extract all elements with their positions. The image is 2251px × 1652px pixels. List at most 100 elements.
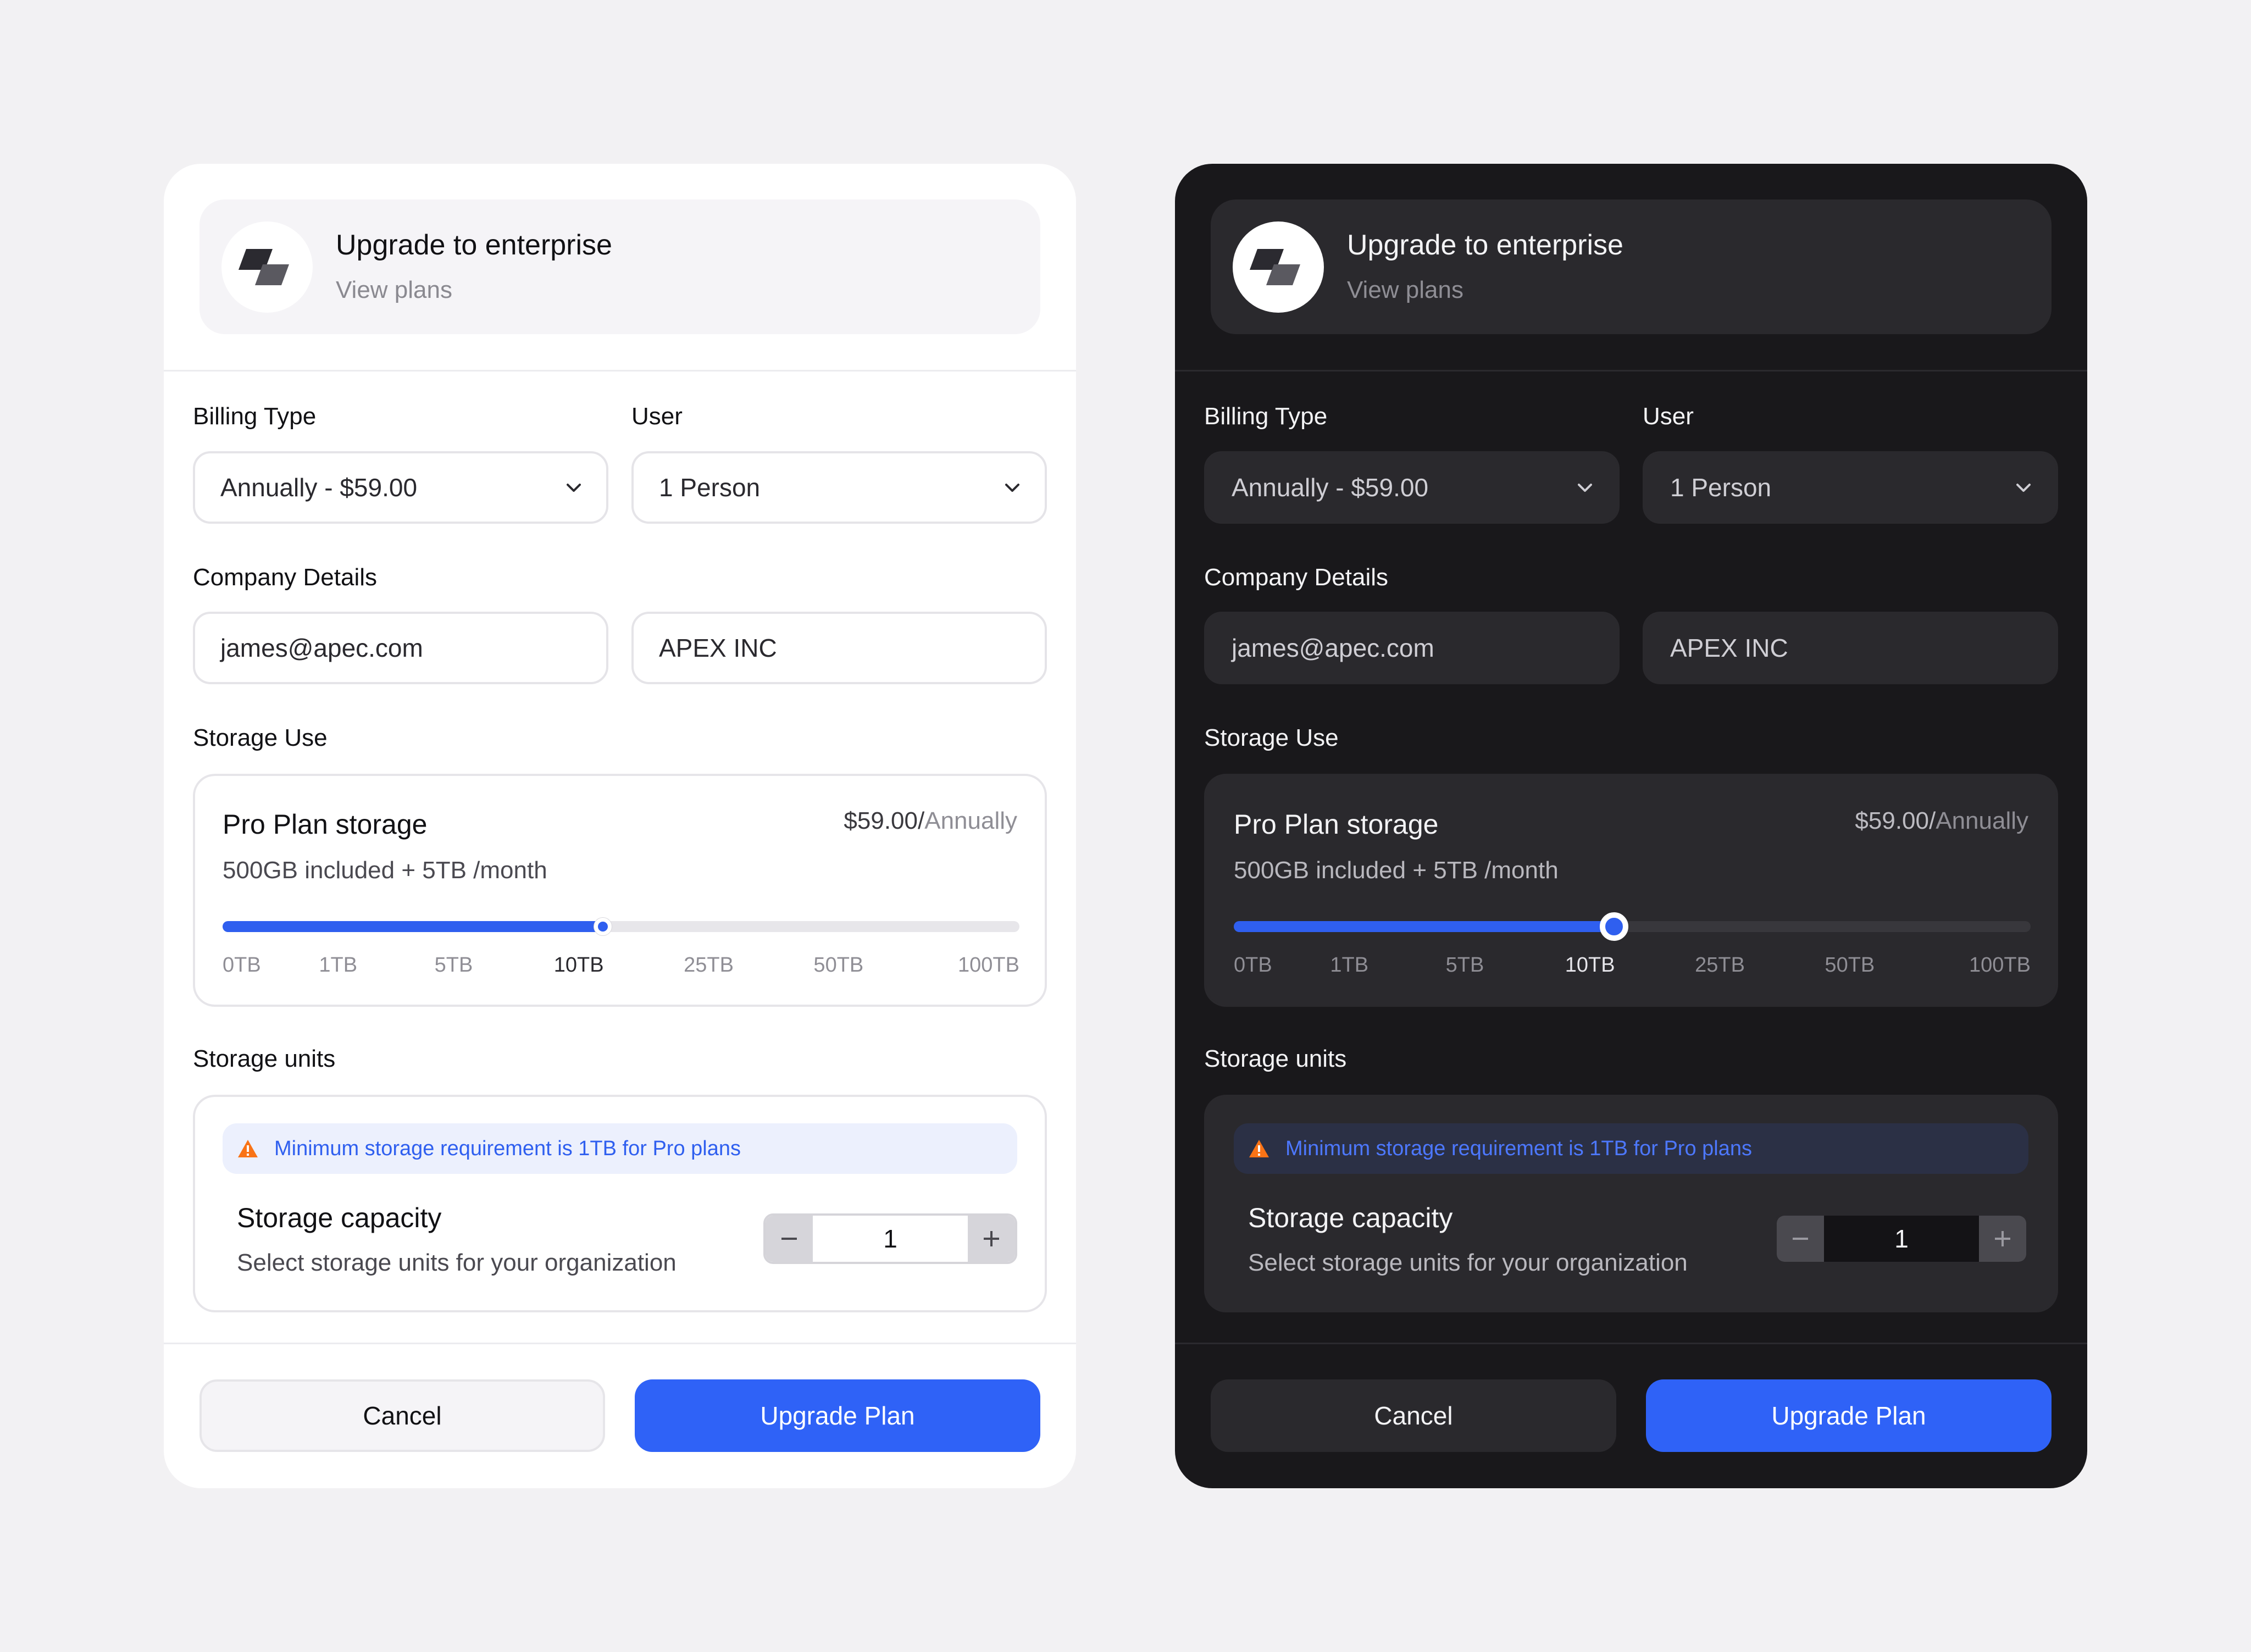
- company-name-field[interactable]: APEX INC: [1643, 612, 2058, 684]
- increment-button[interactable]: [968, 1216, 1015, 1262]
- storage-units-box: Minimum storage requirement is 1TB for P…: [1204, 1095, 2058, 1312]
- storage-use-label: Storage Use: [193, 724, 328, 751]
- slider-tick-label[interactable]: 25TB: [1695, 952, 1745, 978]
- plan-description: 500GB included + 5TB /month: [223, 857, 547, 884]
- slider-tick-label[interactable]: 1TB: [1330, 952, 1368, 978]
- cancel-button[interactable]: Cancel: [1211, 1379, 1616, 1452]
- storage-units-box: Minimum storage requirement is 1TB for P…: [193, 1095, 1047, 1312]
- plan-price: $59.00/Annually: [1855, 805, 2028, 838]
- upgrade-dialog-dark: Upgrade to enterprise View plans Billing…: [1175, 164, 2087, 1488]
- user-select[interactable]: 1 Person: [1643, 451, 2058, 524]
- email-value: james@apec.com: [220, 634, 423, 662]
- slider-tick-label[interactable]: 100TB: [1969, 952, 2031, 978]
- slider-tick-label[interactable]: 5TB: [435, 952, 473, 978]
- slider-tick-label[interactable]: 50TB: [813, 952, 863, 978]
- billing-type-label: Billing Type: [1204, 403, 1328, 430]
- logo: [1233, 221, 1324, 313]
- notice-text: Minimum storage requirement is 1TB for P…: [1285, 1137, 1752, 1160]
- plan-description: 500GB included + 5TB /month: [1234, 857, 1559, 884]
- slider-tick-label[interactable]: 100TB: [958, 952, 1019, 978]
- company-details-label: Company Details: [1204, 564, 1389, 591]
- chevron-down-icon: [567, 484, 581, 492]
- storage-units-label: Storage units: [193, 1045, 336, 1072]
- user-value: 1 Person: [659, 473, 761, 502]
- minus-icon: [1793, 1238, 1808, 1240]
- chevron-down-icon: [2016, 484, 2031, 492]
- minus-icon: [781, 1238, 797, 1240]
- decrement-button[interactable]: [766, 1216, 813, 1262]
- storage-use-box: Pro Plan storage $59.00/Annually 500GB i…: [193, 774, 1047, 1007]
- quantity-value[interactable]: 1: [1824, 1216, 1979, 1262]
- slider-thumb[interactable]: [594, 918, 612, 935]
- slider-tick-label[interactable]: 10TB: [554, 952, 604, 978]
- slider-tick-label[interactable]: 25TB: [684, 952, 734, 978]
- capacity-title: Storage capacity: [237, 1202, 442, 1233]
- user-label: User: [1643, 403, 1694, 430]
- storage-slider[interactable]: [223, 918, 1019, 935]
- chevron-down-icon: [1005, 484, 1019, 492]
- view-plans-link[interactable]: View plans: [1347, 274, 1623, 307]
- email-field[interactable]: james@apec.com: [193, 612, 608, 684]
- quantity-stepper[interactable]: 1: [1775, 1213, 2028, 1264]
- plan-title: Pro Plan storage: [1234, 809, 1439, 840]
- billing-type-select[interactable]: Annually - $59.00: [1204, 451, 1620, 524]
- view-plans-link[interactable]: View plans: [336, 274, 612, 307]
- parallelogram-logo-icon: [239, 248, 289, 285]
- upgrade-plan-button[interactable]: Upgrade Plan: [1646, 1379, 2052, 1452]
- slider-ticks: 0TB 1TB 5TB 10TB 25TB 50TB 100TB: [1234, 952, 2031, 979]
- user-value: 1 Person: [1670, 473, 1772, 502]
- capacity-subtitle: Select storage units for your organizati…: [237, 1249, 677, 1276]
- user-select[interactable]: 1 Person: [631, 451, 1047, 524]
- parallelogram-logo-icon: [1250, 248, 1300, 285]
- storage-use-label: Storage Use: [1204, 724, 1339, 751]
- billing-type-value: Annually - $59.00: [1232, 473, 1429, 502]
- logo: [221, 221, 313, 313]
- company-name-value: APEX INC: [659, 634, 777, 662]
- plan-header[interactable]: Upgrade to enterprise View plans: [199, 199, 1040, 334]
- slider-tick-label[interactable]: 1TB: [319, 952, 357, 978]
- email-field[interactable]: james@apec.com: [1204, 612, 1620, 684]
- footer-divider: [164, 1343, 1076, 1344]
- company-details-label: Company Details: [193, 564, 378, 591]
- decrement-button[interactable]: [1777, 1216, 1824, 1262]
- cancel-button[interactable]: Cancel: [199, 1379, 605, 1452]
- plan-title: Pro Plan storage: [223, 809, 428, 840]
- plan-price: $59.00/Annually: [844, 805, 1017, 838]
- capacity-title: Storage capacity: [1248, 1202, 1453, 1233]
- slider-tick-label[interactable]: 0TB: [223, 952, 261, 978]
- plus-icon: [1995, 1231, 2010, 1246]
- warning-icon: [1248, 1139, 1270, 1158]
- header-divider: [164, 370, 1076, 372]
- header-text: Upgrade to enterprise View plans: [336, 228, 612, 307]
- price-amount: $59.00/: [1855, 807, 1936, 834]
- header-divider: [1175, 370, 2087, 372]
- slider-ticks: 0TB 1TB 5TB 10TB 25TB 50TB 100TB: [223, 952, 1019, 979]
- price-period: Annually: [924, 807, 1017, 834]
- slider-tick-label[interactable]: 50TB: [1825, 952, 1875, 978]
- plus-icon: [984, 1231, 999, 1246]
- quantity-stepper[interactable]: 1: [763, 1213, 1017, 1264]
- quantity-value[interactable]: 1: [813, 1216, 968, 1262]
- slider-tick-label[interactable]: 10TB: [1565, 952, 1615, 978]
- slider-tick-label[interactable]: 5TB: [1446, 952, 1484, 978]
- plan-header[interactable]: Upgrade to enterprise View plans: [1211, 199, 2052, 334]
- billing-type-label: Billing Type: [193, 403, 317, 430]
- slider-fill: [1234, 921, 1615, 932]
- slider-tick-label[interactable]: 0TB: [1234, 952, 1272, 978]
- storage-units-label: Storage units: [1204, 1045, 1347, 1072]
- upgrade-plan-button[interactable]: Upgrade Plan: [635, 1379, 1040, 1452]
- user-label: User: [631, 403, 683, 430]
- price-period: Annually: [1936, 807, 2028, 834]
- min-storage-notice: Minimum storage requirement is 1TB for P…: [223, 1123, 1017, 1174]
- storage-slider[interactable]: [1234, 912, 2031, 941]
- company-name-field[interactable]: APEX INC: [631, 612, 1047, 684]
- billing-type-select[interactable]: Annually - $59.00: [193, 451, 608, 524]
- increment-button[interactable]: [1979, 1216, 2026, 1262]
- stage: Upgrade to enterprise View plans Billing…: [0, 0, 2251, 1652]
- company-name-value: APEX INC: [1670, 634, 1788, 662]
- upgrade-dialog-light: Upgrade to enterprise View plans Billing…: [164, 164, 1076, 1488]
- email-value: james@apec.com: [1232, 634, 1434, 662]
- storage-use-box: Pro Plan storage $59.00/Annually 500GB i…: [1204, 774, 2058, 1007]
- slider-thumb[interactable]: [1600, 912, 1629, 941]
- chevron-down-icon: [1578, 484, 1592, 492]
